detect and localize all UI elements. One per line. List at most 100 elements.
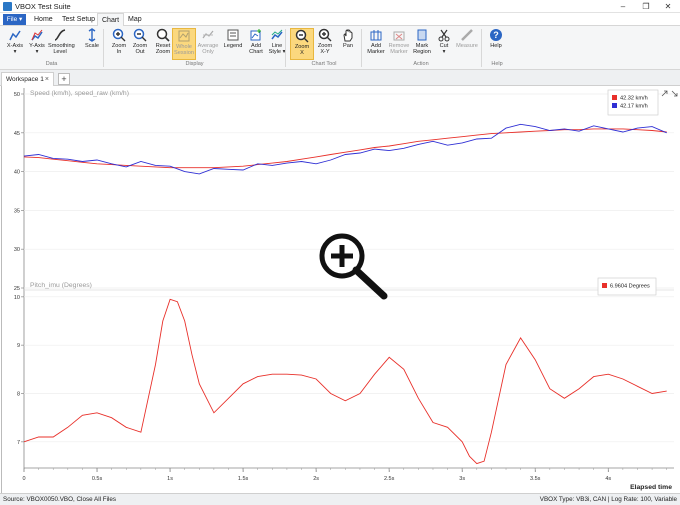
status-bar: Source: VBOX0050.VBO, Close All Files VB… [0, 493, 680, 505]
add-marker-icon [370, 30, 382, 41]
x-tick-label: 0 [22, 476, 25, 482]
ribbon-button-label: Add Marker [367, 43, 385, 55]
whole-session-button[interactable]: Whole Session [172, 28, 196, 60]
ribbon-separator [103, 29, 104, 67]
x-tick-label: 3s [459, 476, 465, 482]
ribbon-button-label: Zoom Out [132, 43, 148, 55]
minimize-icon[interactable]: – [612, 1, 634, 12]
ribbon-toolbar: X-Axis ▾ Y-Axis ▾ Smoothing Level Scale Zoom… [0, 26, 680, 70]
mark-region-button[interactable]: Mark Region [410, 28, 434, 60]
ribbon-button-label: Remove Marker [388, 43, 410, 55]
x-tick-label: 1s [167, 476, 173, 482]
legend-icon [227, 29, 239, 41]
maximize-icon[interactable]: ❐ [635, 1, 657, 12]
pan-button[interactable]: Pan [336, 28, 360, 60]
x-tick-label: 2s [313, 476, 319, 482]
zoom-in-icon [112, 28, 126, 42]
x-axis-icon [9, 30, 21, 41]
y-tick-label: 7 [17, 440, 20, 446]
tab-home[interactable]: Home [30, 13, 57, 26]
zoom-cursor-icon [319, 233, 388, 300]
collapse-icon [671, 90, 678, 97]
y-tick-label: 10 [14, 295, 20, 301]
tab-chart[interactable]: Chart [97, 13, 125, 27]
x-axis-button[interactable]: X-Axis ▾ [3, 28, 27, 60]
svg-text:?: ? [493, 30, 499, 40]
window-title: VBOX Test Suite [15, 2, 71, 11]
series-line-primary [23, 128, 667, 169]
ribbon-button-label: Average Only [197, 43, 219, 55]
average-only-icon [202, 30, 214, 39]
x-axis-label: Elapsed time [630, 484, 672, 491]
average-only-button[interactable]: Average Only [196, 28, 220, 60]
ribbon-separator [481, 29, 482, 67]
close-tab-icon[interactable]: × [45, 73, 49, 86]
ribbon-button-label: Help [490, 43, 502, 49]
ribbon-button-label: Cut ▾ [439, 43, 449, 55]
ribbon-button-label: Zoom X-Y [317, 43, 333, 55]
tab-test-setup[interactable]: Test Setup [58, 13, 99, 26]
legend-swatch [602, 283, 607, 288]
y-axis-button[interactable]: Y-Axis ▾ [25, 28, 49, 60]
workspace-tab-label: Workspace 1 [6, 76, 44, 83]
measure-icon [461, 29, 473, 41]
chart-canvas[interactable]: 50 45 40 35 30 25 Speed (km/h), speed_raw (km/… [2, 86, 680, 493]
ribbon-button-label: Smoothing Level [48, 43, 75, 55]
mark-region-icon [417, 29, 427, 41]
x-tick-label: 1.5s [238, 476, 249, 482]
close-icon[interactable]: ✕ [657, 1, 679, 12]
zoom-xy-button[interactable]: Zoom X-Y [313, 28, 337, 60]
ribbon-separator [285, 29, 286, 67]
x-tick-label: 0.5s [92, 476, 103, 482]
expand-icon [661, 90, 668, 97]
legend-button[interactable]: Legend [221, 28, 245, 60]
zoom-out-icon [133, 28, 147, 42]
help-button[interactable]: ? Help [484, 28, 508, 60]
status-device: VBOX Type: VB3i, CAN | Log Rate: 100, Va… [539, 496, 677, 503]
y-tick-label: 8 [17, 392, 20, 398]
y-tick-label: 35 [14, 208, 20, 214]
chart-title: Pitch_imu (Degrees) [30, 282, 92, 289]
chart-legend: 42.32 km/h 42.17 km/h [607, 89, 659, 116]
scale-button[interactable]: Scale [80, 28, 104, 60]
legend-box [607, 89, 659, 116]
cut-icon [438, 29, 450, 42]
whole-session-icon [178, 30, 190, 42]
add-marker-button[interactable]: Add Marker [364, 28, 388, 60]
add-workspace-button[interactable]: + [58, 73, 70, 85]
chart-legend: 6.9604 Degrees [597, 277, 657, 296]
workspace-tab[interactable]: Workspace 1 × [1, 72, 54, 86]
remove-marker-icon [393, 31, 405, 41]
zoom-out-button[interactable]: Zoom Out [128, 28, 152, 60]
ribbon-button-label: X-Axis ▾ [6, 43, 24, 55]
title-bar: VBOX Test Suite – ❐ ✕ [0, 0, 680, 13]
menu-bar: File ▾ Home Test Setup Chart Map [0, 13, 680, 27]
smoothing-button[interactable]: Smoothing Level [48, 28, 75, 60]
smoothing-icon [54, 29, 66, 41]
legend-swatch [612, 95, 617, 100]
zoom-x-button[interactable]: Zoom X [290, 28, 314, 60]
ribbon-button-label: Scale [85, 43, 99, 49]
zoom-xy-icon [318, 28, 332, 42]
y-tick-label: 45 [14, 131, 20, 137]
ribbon-separator [361, 29, 362, 67]
chart-title: Speed (km/h), speed_raw (km/h) [30, 90, 129, 97]
y-tick-label: 30 [14, 247, 20, 253]
ribbon-button-label: Y-Axis ▾ [29, 43, 45, 55]
ribbon-button-label: Pan [343, 43, 353, 49]
chart-area[interactable]: 50 45 40 35 30 25 Speed (km/h), speed_raw (km/… [1, 86, 680, 493]
tab-map[interactable]: Map [124, 13, 146, 26]
file-menu-button[interactable]: File ▾ [3, 14, 26, 25]
zoom-x-icon [295, 29, 309, 43]
ribbon-group-label: Display [185, 61, 204, 67]
help-icon: ? [490, 29, 502, 41]
y-axis-icon [31, 29, 43, 41]
pan-icon [343, 29, 353, 42]
ribbon-group-label: Action [413, 61, 429, 67]
y-tick-label: 40 [14, 170, 20, 176]
ribbon-group-label: Data [45, 61, 58, 67]
measure-button[interactable]: Measure [455, 28, 479, 60]
y-tick-label: 50 [14, 92, 20, 98]
cut-button[interactable]: Cut ▾ [432, 28, 456, 60]
remove-marker-button[interactable]: Remove Marker [387, 28, 411, 60]
